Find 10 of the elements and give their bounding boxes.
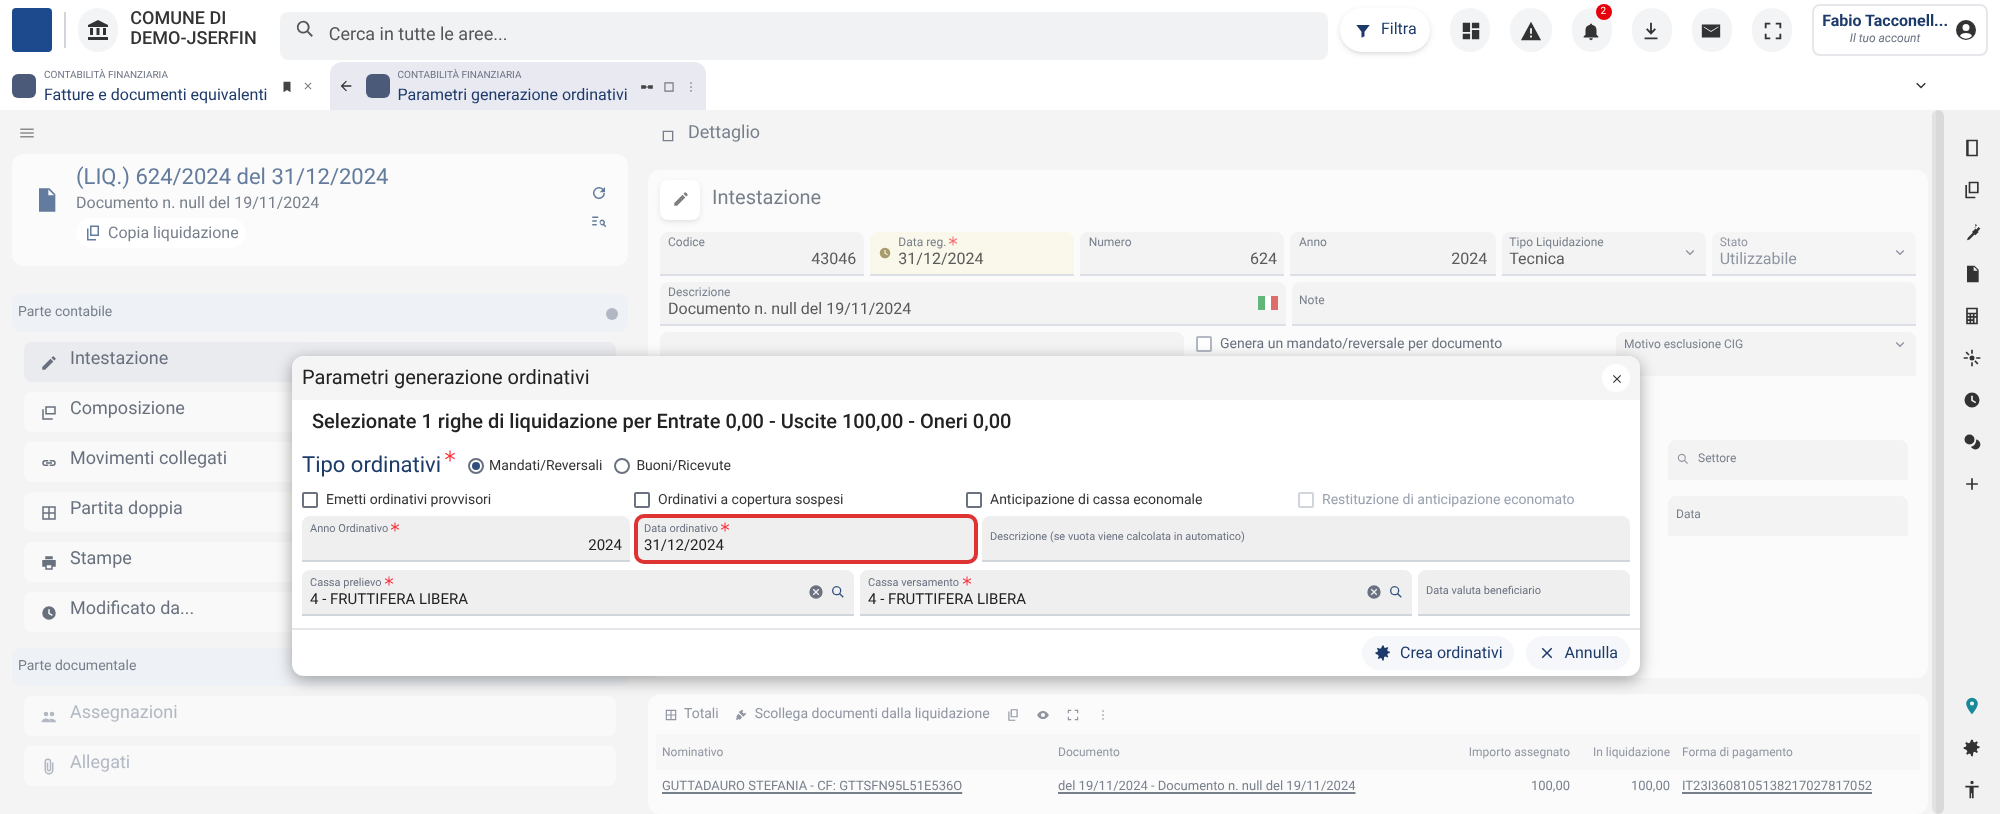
type-label: Tipo ordinativi	[302, 450, 456, 483]
document-title: (LIQ.) 624/2024 del 31/12/2024	[76, 164, 389, 192]
selection-summary: Selezionate 1 righe di liquidazione per Entrate 0,00 - Uscite 100,00 - Oneri 0,00	[312, 410, 1014, 438]
dialog-title: Parametri generazione ordinativi	[302, 365, 590, 393]
detail-title: Dettaglio	[688, 122, 761, 149]
organization-name: COMUNE DI DEMO-JSERFIN	[130, 10, 257, 50]
document-subtitle: Documento n. null del 19/11/2024	[76, 192, 320, 214]
section-heading: Intestazione	[712, 186, 822, 215]
tab-title: Fatture e documenti equivalenti	[44, 86, 268, 104]
tab-title: Parametri generazione ordinativi	[397, 86, 628, 104]
